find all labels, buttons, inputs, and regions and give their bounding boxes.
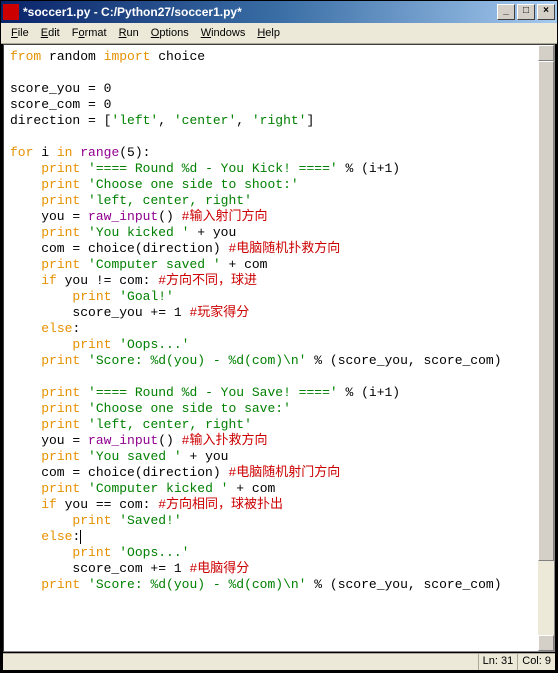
menu-file[interactable]: File bbox=[5, 25, 35, 41]
code-editor[interactable]: from random import choice score_you = 0 … bbox=[3, 44, 555, 652]
menu-help[interactable]: Help bbox=[251, 25, 286, 41]
maximize-button[interactable]: □ bbox=[517, 4, 535, 20]
menu-bar: File Edit Format Run Options Windows Hel… bbox=[1, 23, 557, 44]
text-cursor bbox=[80, 530, 81, 544]
close-button[interactable]: × bbox=[537, 4, 555, 20]
menu-options[interactable]: Options bbox=[145, 25, 195, 41]
scroll-thumb[interactable] bbox=[538, 61, 554, 561]
menu-format[interactable]: Format bbox=[66, 25, 113, 41]
window-title: *soccer1.py - C:/Python27/soccer1.py* bbox=[23, 5, 495, 19]
menu-edit[interactable]: Edit bbox=[35, 25, 66, 41]
window-buttons: _ □ × bbox=[495, 4, 555, 20]
app-icon bbox=[3, 4, 19, 20]
menu-run[interactable]: Run bbox=[113, 25, 145, 41]
scroll-down-button[interactable] bbox=[538, 635, 554, 651]
window-frame: *soccer1.py - C:/Python27/soccer1.py* _ … bbox=[0, 0, 558, 673]
status-line: Ln: 31 bbox=[478, 654, 518, 670]
scroll-up-button[interactable] bbox=[538, 45, 554, 61]
minimize-button[interactable]: _ bbox=[497, 4, 515, 20]
status-col: Col: 9 bbox=[517, 654, 555, 670]
status-bar: Ln: 31 Col: 9 bbox=[3, 653, 555, 670]
title-bar[interactable]: *soccer1.py - C:/Python27/soccer1.py* _ … bbox=[1, 1, 557, 23]
code-content[interactable]: from random import choice score_you = 0 … bbox=[4, 45, 554, 613]
vertical-scrollbar[interactable] bbox=[538, 45, 554, 651]
menu-windows[interactable]: Windows bbox=[195, 25, 252, 41]
